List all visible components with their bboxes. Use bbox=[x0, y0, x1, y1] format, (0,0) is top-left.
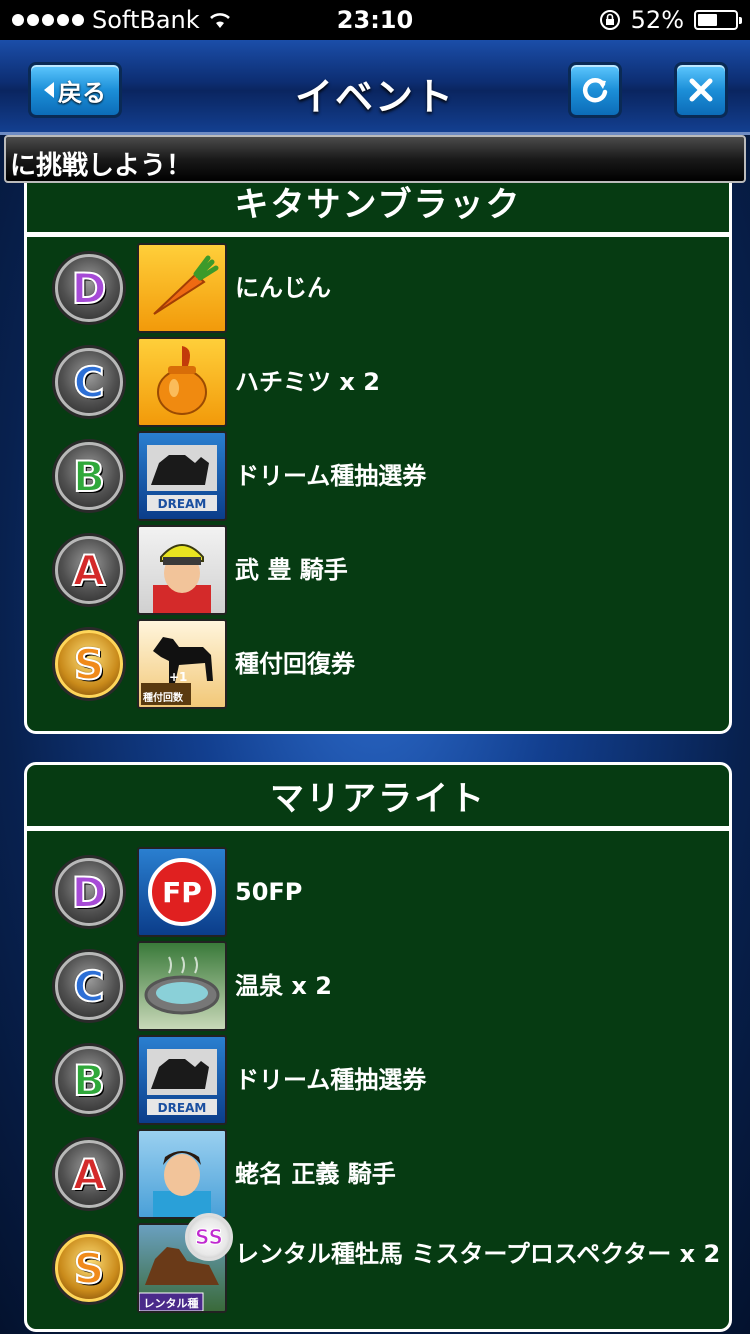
breeding-count-label: 種付回数 bbox=[143, 691, 184, 704]
reward-row-b: B DREAM ドリーム種抽選券 bbox=[27, 429, 729, 523]
reward-row-a: A 蛯名 正義 騎手 bbox=[27, 1127, 729, 1221]
reward-list: D FP 50FP C 温泉 x 2 B DREAM ドリーム種抽選券 A 蛯名… bbox=[27, 831, 729, 1315]
dream-ticket-icon: DREAM bbox=[137, 1035, 227, 1125]
ss-label: SS bbox=[195, 1225, 224, 1250]
horse-silhouette-icon: +1 種付回数 bbox=[137, 619, 227, 709]
rank-letter: A bbox=[72, 1149, 106, 1200]
panel-title: マリアライト bbox=[27, 765, 729, 831]
hot-spring-icon bbox=[137, 941, 227, 1031]
rank-letter: C bbox=[73, 961, 106, 1012]
fp-label: FP bbox=[162, 876, 202, 909]
close-button[interactable] bbox=[674, 62, 728, 118]
reward-row-s: S レンタル種 SS レンタル種牡馬 ミスタープロスペクター x 2 bbox=[27, 1213, 729, 1315]
honey-icon bbox=[137, 337, 227, 427]
reward-item-name: ドリーム種抽選券 bbox=[235, 462, 427, 490]
rental-label: レンタル種 bbox=[144, 1296, 199, 1310]
dream-ticket-icon: DREAM bbox=[137, 431, 227, 521]
reward-row-b: B DREAM ドリーム種抽選券 bbox=[27, 1033, 729, 1127]
rank-letter: D bbox=[71, 867, 108, 918]
dream-label: DREAM bbox=[158, 497, 207, 511]
rank-letter: B bbox=[72, 451, 106, 502]
rank-a-badge-icon: A bbox=[55, 536, 123, 604]
jockey-portrait-icon bbox=[137, 525, 227, 615]
rank-letter: D bbox=[71, 263, 108, 314]
status-bar: SoftBank 23:10 52% bbox=[0, 0, 750, 40]
dream-label: DREAM bbox=[158, 1101, 207, 1115]
carrot-icon bbox=[137, 243, 227, 333]
reward-item-name: にんじん bbox=[235, 274, 331, 302]
reward-item-name: 温泉 x 2 bbox=[235, 972, 332, 1000]
rank-s-badge-icon: S bbox=[55, 1234, 123, 1302]
reward-item-name: 蛯名 正義 騎手 bbox=[235, 1160, 396, 1188]
fp-icon: FP bbox=[137, 847, 227, 937]
rank-d-badge-icon: D bbox=[55, 254, 123, 322]
close-icon bbox=[689, 78, 713, 102]
page-title: イベント bbox=[294, 75, 455, 119]
reward-item-name: 武 豊 騎手 bbox=[235, 556, 348, 584]
reward-row-c: C ハチミツ x 2 bbox=[27, 335, 729, 429]
reward-row-c: C 温泉 x 2 bbox=[27, 939, 729, 1033]
reward-item-name: ドリーム種抽選券 bbox=[235, 1066, 427, 1094]
rank-letter: S bbox=[73, 639, 105, 690]
header: 戻る イベント bbox=[0, 40, 750, 135]
ss-rank-icon: SS bbox=[185, 1213, 233, 1261]
status-right: 52% bbox=[599, 6, 742, 34]
rank-a-badge-icon: A bbox=[55, 1140, 123, 1208]
reward-panel-kitasan-black: キタサンブラック D にんじん C ハチミツ x 2 B DREAM ドリーム種… bbox=[24, 150, 732, 734]
jockey-portrait-icon bbox=[137, 1129, 227, 1219]
battery-percent: 52% bbox=[630, 6, 684, 34]
stallion-icon: レンタル種 SS bbox=[137, 1213, 233, 1313]
rank-c-badge-icon: C bbox=[55, 348, 123, 416]
reward-row-d: D FP 50FP bbox=[27, 845, 729, 939]
rank-d-badge-icon: D bbox=[55, 858, 123, 926]
rank-letter: A bbox=[72, 545, 106, 596]
plus-one-label: +1 bbox=[169, 670, 187, 684]
battery-icon bbox=[694, 10, 742, 30]
reward-panel-maria-light: マリアライト D FP 50FP C 温泉 x 2 B DREAM ドリーム種抽… bbox=[24, 762, 732, 1332]
reward-item-name: 種付回復券 bbox=[235, 650, 355, 678]
ticker-text: に挑戦しよう！ bbox=[10, 151, 193, 181]
reward-row-d: D にんじん bbox=[27, 241, 729, 335]
rank-letter: S bbox=[73, 1243, 105, 1294]
reward-item-name: 50FP bbox=[235, 878, 303, 906]
refresh-icon bbox=[582, 78, 608, 103]
reward-item-name: ハチミツ x 2 bbox=[235, 368, 380, 396]
refresh-button[interactable] bbox=[568, 62, 622, 118]
rank-s-badge-icon: S bbox=[55, 630, 123, 698]
rank-letter: C bbox=[73, 357, 106, 408]
rank-c-badge-icon: C bbox=[55, 952, 123, 1020]
reward-item-name: レンタル種牡馬 ミスタープロスペクター x 2 bbox=[235, 1240, 721, 1268]
rank-b-badge-icon: B bbox=[55, 1046, 123, 1114]
orientation-lock-icon bbox=[599, 10, 620, 30]
reward-row-a: A 武 豊 騎手 bbox=[27, 523, 729, 617]
rank-letter: B bbox=[72, 1055, 106, 1106]
reward-row-s: S +1 種付回数 種付回復券 bbox=[27, 617, 729, 711]
reward-list: D にんじん C ハチミツ x 2 B DREAM ドリーム種抽選券 A 武 豊… bbox=[27, 237, 729, 711]
battery-level bbox=[698, 14, 717, 26]
news-ticker: に挑戦しよう！ bbox=[4, 135, 746, 183]
rank-b-badge-icon: B bbox=[55, 442, 123, 510]
